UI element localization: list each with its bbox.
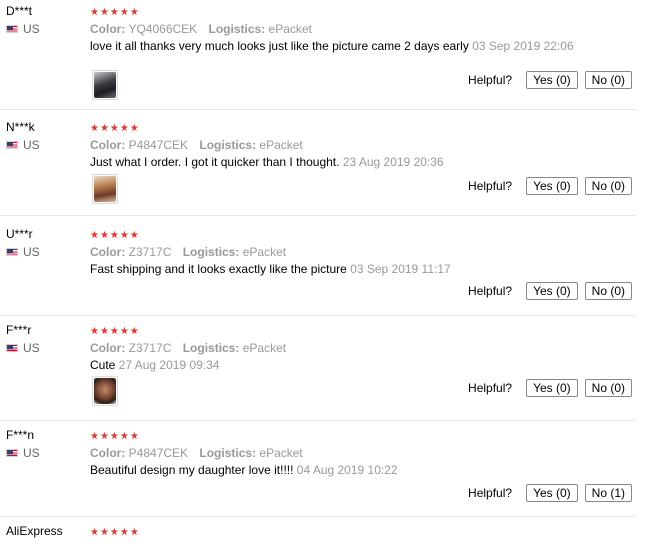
helpful-yes-button[interactable]: Yes (0)	[526, 177, 578, 195]
review-photo-thumbnail[interactable]	[92, 376, 118, 406]
helpful-yes-button[interactable]: Yes (0)	[526, 484, 578, 502]
us-flag-icon	[6, 141, 18, 149]
reviewer-name: N***k	[6, 120, 35, 134]
reviewer-name: F***n	[6, 428, 35, 442]
helpful-yes-button[interactable]: Yes (0)	[526, 71, 578, 89]
color-label: Color:	[90, 341, 126, 355]
review-meta: Color: Z3717C Logistics: ePacket	[90, 341, 286, 355]
logistics-label: Logistics:	[182, 245, 240, 259]
color-label: Color:	[90, 138, 126, 152]
review-date: 03 Sep 2019 11:17	[350, 262, 451, 276]
reviewer-country: US	[6, 245, 40, 259]
us-flag-icon	[6, 344, 18, 352]
color-value: Z3717C	[128, 341, 172, 355]
review-meta: Color: Z3717C Logistics: ePacket	[90, 245, 286, 259]
reviewer-country: US	[6, 22, 40, 36]
helpful-label: Helpful?	[468, 179, 513, 193]
review-item: F***n US ★★★★★ Color: P4847CEK Logistics…	[0, 428, 636, 517]
review-date: 27 Aug 2019 09:34	[118, 358, 220, 372]
helpful-no-button[interactable]: No (0)	[584, 282, 632, 300]
country-code: US	[23, 446, 40, 460]
helpful-vote: Helpful? Yes (0) No (0)	[468, 379, 632, 397]
country-code: US	[23, 138, 40, 152]
review-item: U***r US ★★★★★ Color: Z3717C Logistics: …	[0, 227, 636, 316]
star-rating: ★★★★★	[90, 527, 140, 538]
helpful-vote: Helpful? Yes (0) No (0)	[468, 282, 632, 300]
reviewer-country: US	[6, 446, 40, 460]
helpful-no-button[interactable]: No (1)	[584, 484, 632, 502]
review-body: Fast shipping and it looks exactly like …	[90, 262, 347, 276]
review-text: Fast shipping and it looks exactly like …	[90, 262, 590, 276]
review-text: love it all thanks very much looks just …	[90, 39, 590, 53]
review-item: N***k US ★★★★★ Color: P4847CEK Logistics…	[0, 120, 636, 216]
review-photo	[94, 176, 116, 202]
logistics-label: Logistics:	[199, 446, 257, 460]
helpful-label: Helpful?	[468, 73, 513, 87]
star-rating: ★★★★★	[90, 230, 140, 241]
us-flag-icon	[6, 449, 18, 457]
star-rating: ★★★★★	[90, 326, 140, 337]
helpful-yes-button[interactable]: Yes (0)	[526, 379, 578, 397]
helpful-vote: Helpful? Yes (0) No (1)	[468, 484, 632, 502]
helpful-vote: Helpful? Yes (0) No (0)	[468, 177, 632, 195]
reviewer-country: US	[6, 341, 40, 355]
star-rating: ★★★★★	[90, 7, 140, 18]
color-value: P4847CEK	[128, 446, 189, 460]
review-date: 23 Aug 2019 20:36	[342, 155, 444, 169]
color-value: Z3717C	[128, 245, 172, 259]
helpful-yes-button[interactable]: Yes (0)	[526, 282, 578, 300]
helpful-vote: Helpful? Yes (0) No (0)	[468, 71, 632, 89]
reviewer-name: D***t	[6, 4, 33, 18]
review-photo	[94, 378, 116, 404]
logistics-label: Logistics:	[208, 22, 266, 36]
star-rating: ★★★★★	[90, 431, 140, 442]
logistics-label: Logistics:	[199, 138, 257, 152]
logistics-value: ePacket	[259, 446, 303, 460]
country-code: US	[23, 245, 40, 259]
review-date: 03 Sep 2019 22:06	[472, 39, 574, 53]
review-body: love it all thanks very much looks just …	[90, 39, 469, 53]
review-item: D***t US ★★★★★ Color: YQ4066CEK Logistic…	[0, 4, 636, 110]
helpful-no-button[interactable]: No (0)	[584, 379, 632, 397]
color-label: Color:	[90, 245, 126, 259]
country-code: US	[23, 341, 40, 355]
helpful-label: Helpful?	[468, 486, 513, 500]
review-text: Cute 27 Aug 2019 09:34	[90, 358, 590, 372]
helpful-label: Helpful?	[468, 284, 513, 298]
color-value: YQ4066CEK	[128, 22, 198, 36]
helpful-no-button[interactable]: No (0)	[584, 71, 632, 89]
color-value: P4847CEK	[128, 138, 189, 152]
reviewer-name: AliExpress	[6, 524, 63, 538]
logistics-label: Logistics:	[182, 341, 240, 355]
review-text: Beautiful design my daughter love it!!!!…	[90, 463, 590, 477]
logistics-value: ePacket	[259, 138, 303, 152]
helpful-no-button[interactable]: No (0)	[584, 177, 632, 195]
country-code: US	[23, 22, 40, 36]
review-body: Cute	[90, 358, 116, 372]
review-body: Just what I order. I got it quicker than…	[90, 155, 340, 169]
reviewer-name: U***r	[6, 227, 33, 241]
review-item: F***r US ★★★★★ Color: Z3717C Logistics: …	[0, 323, 636, 421]
review-photo-thumbnail[interactable]	[92, 70, 118, 100]
review-meta: Color: P4847CEK Logistics: ePacket	[90, 446, 303, 460]
star-rating: ★★★★★	[90, 123, 140, 134]
review-meta: Color: P4847CEK Logistics: ePacket	[90, 138, 303, 152]
us-flag-icon	[6, 248, 18, 256]
us-flag-icon	[6, 25, 18, 33]
logistics-value: ePacket	[268, 22, 312, 36]
logistics-value: ePacket	[242, 245, 287, 259]
review-item: AliExpress ★★★★★	[0, 524, 636, 544]
review-text: Just what I order. I got it quicker than…	[90, 155, 590, 169]
review-body: Beautiful design my daughter love it!!!!	[90, 463, 294, 477]
reviewer-country: US	[6, 138, 40, 152]
color-label: Color:	[90, 22, 126, 36]
helpful-label: Helpful?	[468, 381, 513, 395]
review-meta: Color: YQ4066CEK Logistics: ePacket	[90, 22, 312, 36]
review-photo-thumbnail[interactable]	[92, 174, 118, 204]
color-label: Color:	[90, 446, 126, 460]
review-date: 04 Aug 2019 10:22	[296, 463, 398, 477]
review-photo	[94, 72, 116, 98]
logistics-value: ePacket	[242, 341, 287, 355]
reviewer-name: F***r	[6, 323, 32, 337]
